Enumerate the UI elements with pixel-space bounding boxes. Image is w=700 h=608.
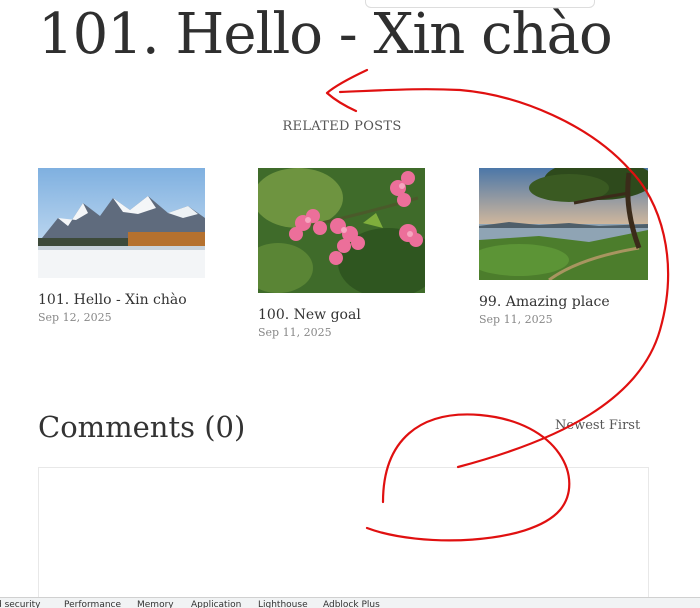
comment-input-box[interactable] <box>38 467 649 608</box>
related-post-card[interactable]: 101. Hello - Xin chào Sep 12, 2025 <box>38 168 205 324</box>
comment-sort-dropdown[interactable]: Newest First <box>555 418 640 433</box>
related-post-card[interactable]: 99. Amazing place Sep 11, 2025 <box>479 168 648 326</box>
pink-flowers-image <box>258 168 425 293</box>
post-title[interactable]: 101. Hello - Xin chào <box>38 292 205 308</box>
devtools-tab-bar: d security Performance Memory Applicatio… <box>0 597 700 608</box>
post-title[interactable]: 100. New goal <box>258 307 425 323</box>
comments-heading: Comments (0) <box>38 410 246 444</box>
page-title: 101. Hello - Xin chào <box>38 2 613 67</box>
post-thumbnail[interactable] <box>479 168 648 280</box>
post-date: Sep 11, 2025 <box>479 313 553 326</box>
snowy-mountain-image <box>38 168 205 278</box>
post-date: Sep 12, 2025 <box>38 311 112 324</box>
tree-lake-sunset-image <box>479 168 648 280</box>
related-posts-heading: RELATED POSTS <box>282 119 402 134</box>
post-date: Sep 11, 2025 <box>258 326 332 339</box>
related-post-card[interactable]: 100. New goal Sep 11, 2025 <box>258 168 425 339</box>
post-thumbnail[interactable] <box>38 168 205 278</box>
post-title[interactable]: 99. Amazing place <box>479 294 648 310</box>
post-thumbnail[interactable] <box>258 168 425 293</box>
